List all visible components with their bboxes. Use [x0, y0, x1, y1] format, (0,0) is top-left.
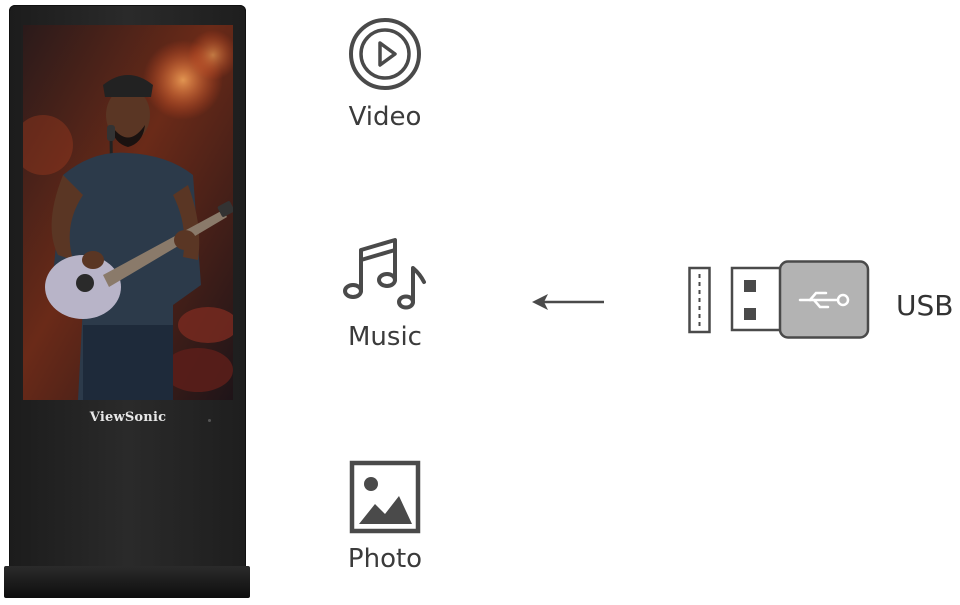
- media-photo: Photo: [320, 460, 450, 574]
- music-notes-icon: [340, 236, 430, 316]
- kiosk-screen-photo: [23, 25, 233, 400]
- arrow-left-icon: [530, 292, 606, 316]
- media-label-music: Music: [348, 322, 422, 352]
- play-circle-icon: [347, 16, 423, 96]
- usb-drive-icon: [688, 260, 870, 344]
- kiosk-sensor: [208, 419, 211, 422]
- kiosk-stand-base: [4, 566, 250, 598]
- kiosk-brand-logo: ViewSonic: [89, 410, 167, 425]
- usb-label: USB: [896, 289, 954, 322]
- media-music: Music: [320, 236, 450, 352]
- media-label-video: Video: [348, 102, 422, 132]
- media-video: Video: [320, 16, 450, 132]
- image-icon: [349, 460, 421, 538]
- media-label-photo: Photo: [347, 544, 423, 574]
